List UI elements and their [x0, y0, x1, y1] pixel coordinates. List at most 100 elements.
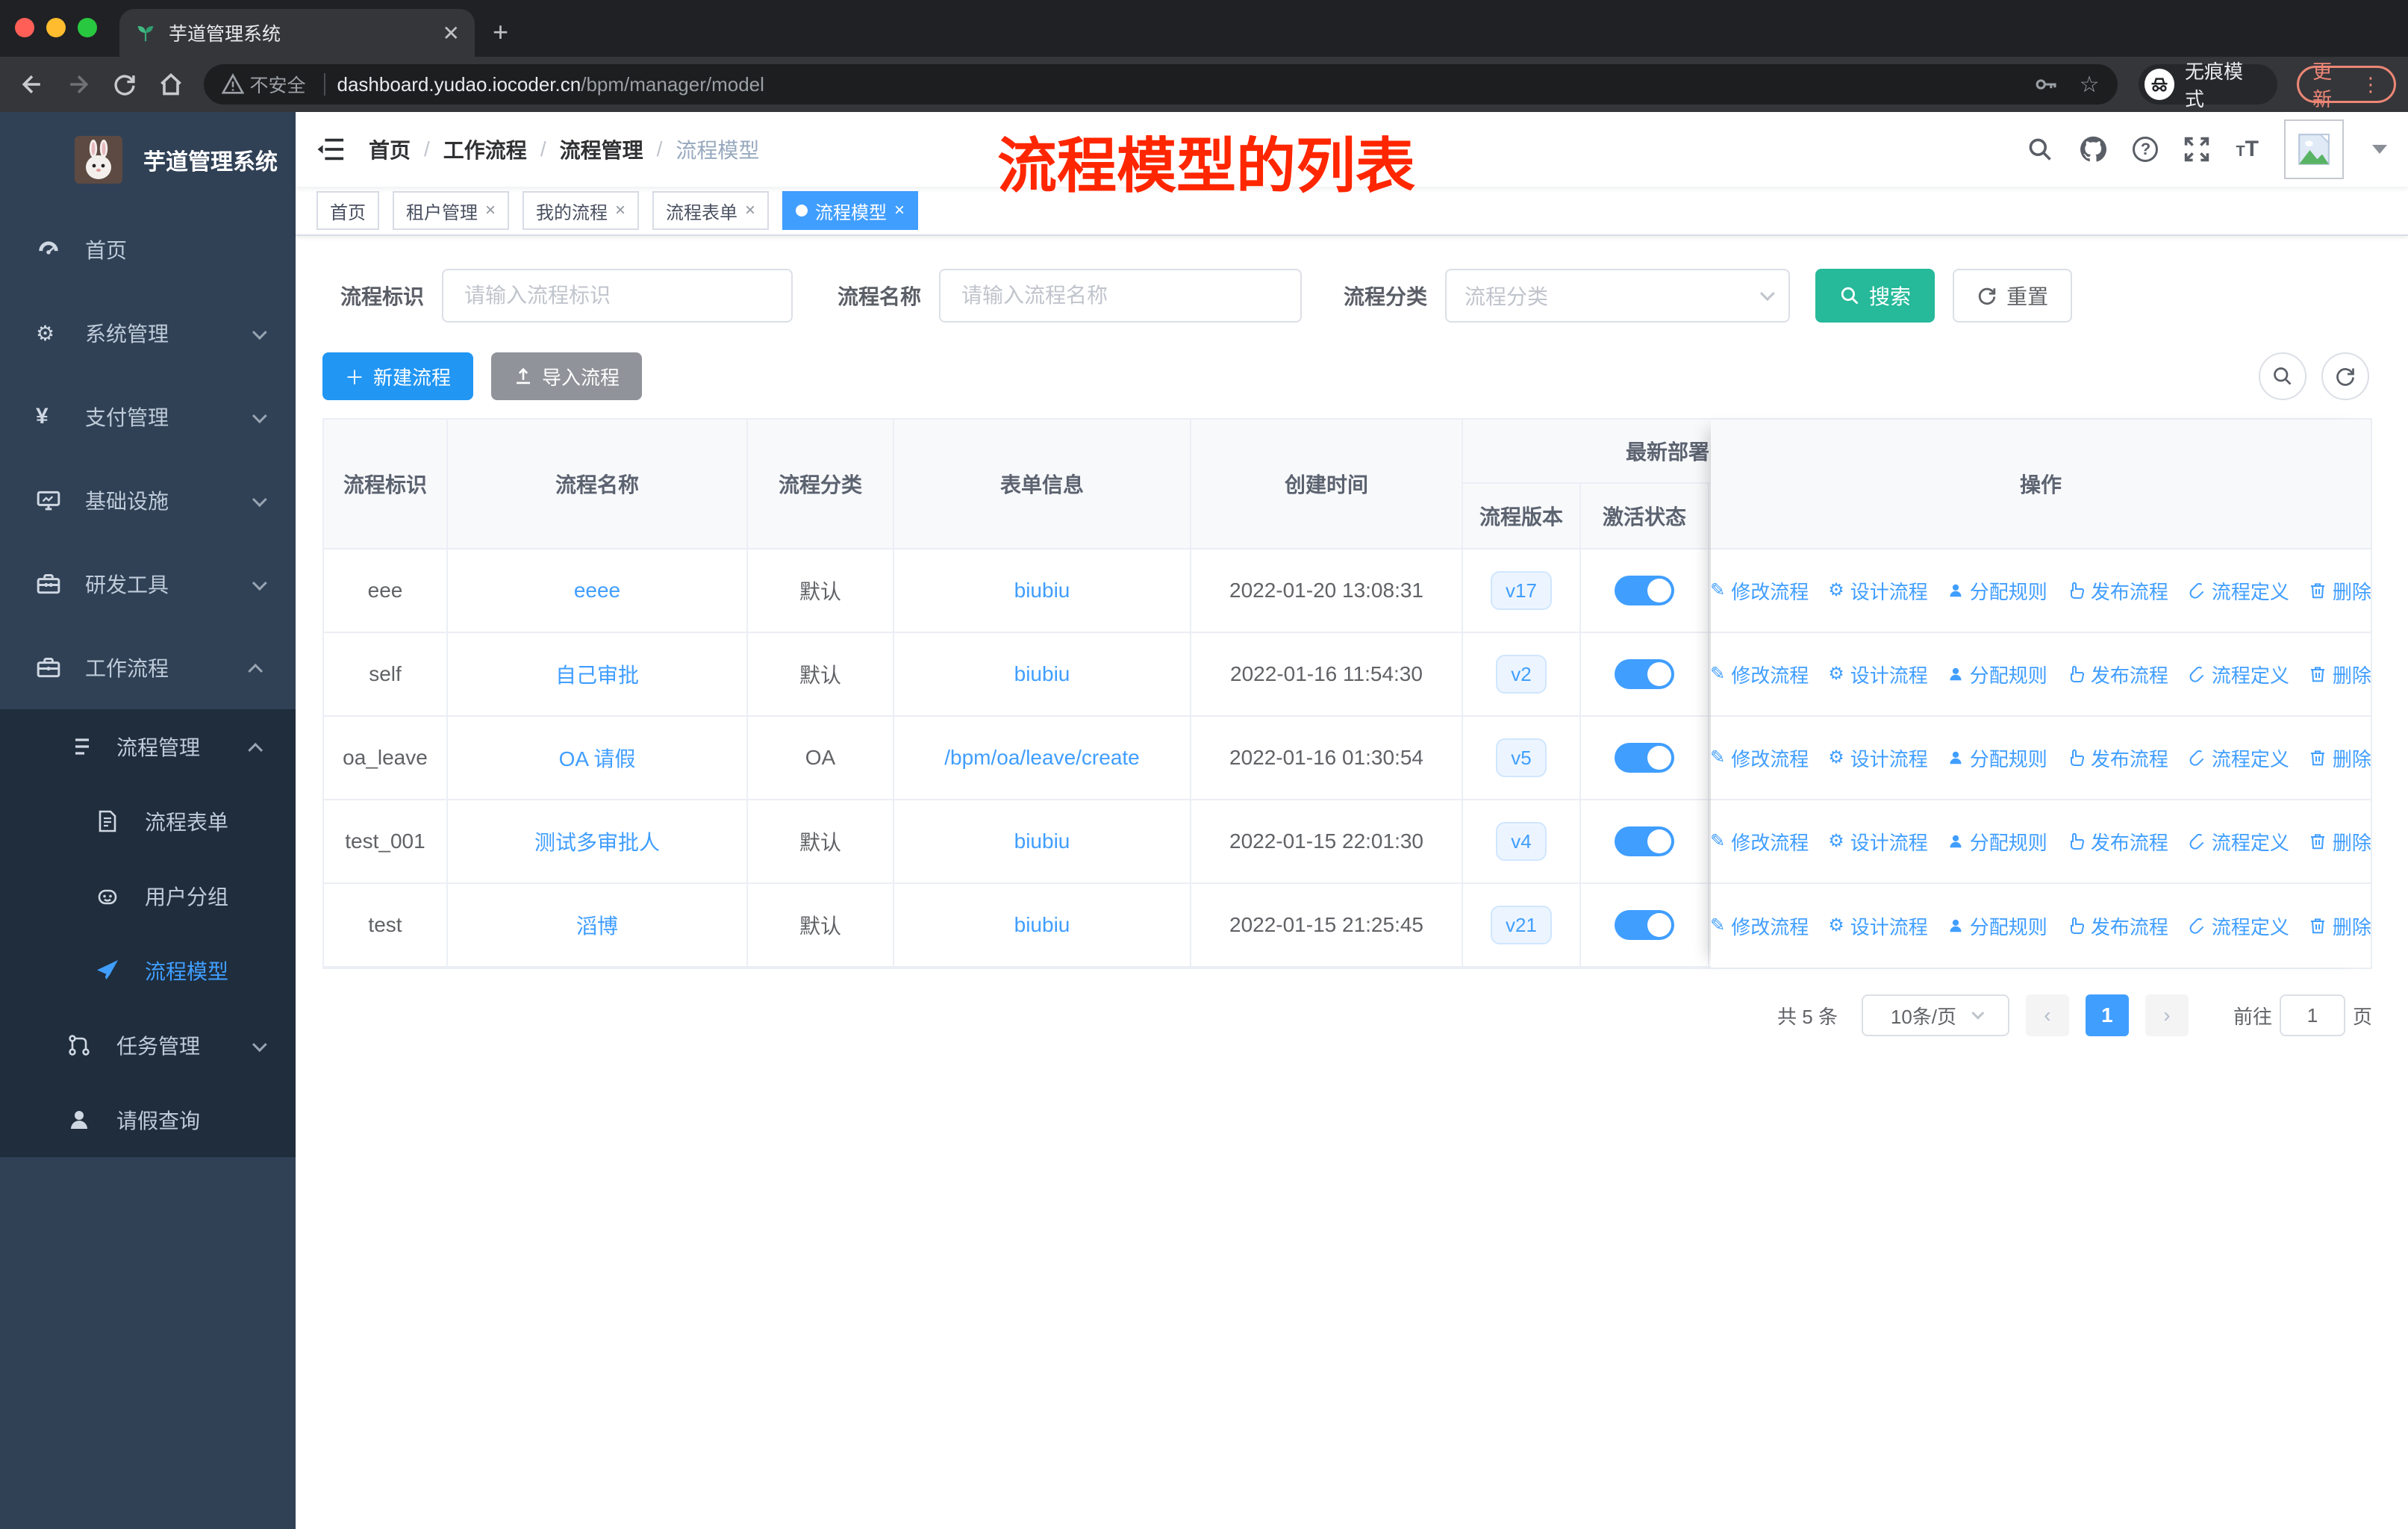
tag-process-form[interactable]: 流程表单 ×: [652, 191, 770, 230]
edit-process-link[interactable]: ✎ 修改流程: [1710, 661, 1809, 688]
assign-rule-link[interactable]: 分配规则: [1947, 828, 2047, 856]
github-icon[interactable]: [2079, 135, 2107, 164]
breadcrumb-home[interactable]: 首页: [369, 134, 411, 164]
delete-link[interactable]: 删除: [2309, 912, 2371, 940]
process-definition-link[interactable]: 流程定义: [2188, 828, 2289, 856]
back-icon[interactable]: [12, 63, 52, 105]
tab-close-icon[interactable]: ✕: [443, 21, 460, 46]
tag-home[interactable]: 首页: [316, 191, 379, 230]
publish-process-link[interactable]: 发布流程: [2067, 577, 2168, 605]
design-process-link[interactable]: ⚙ 设计流程: [1828, 577, 1928, 605]
breadcrumb-workflow[interactable]: 工作流程: [443, 134, 527, 164]
update-label[interactable]: 更新: [2312, 57, 2349, 112]
browser-update-button[interactable]: 更新 ⋮: [2297, 60, 2397, 110]
fullscreen-icon[interactable]: [2183, 136, 2210, 163]
new-tab-button[interactable]: +: [493, 16, 508, 48]
key-icon[interactable]: [2033, 72, 2059, 97]
prev-page-button[interactable]: ‹: [2025, 994, 2069, 1036]
avatar-caret-icon[interactable]: [2372, 145, 2387, 161]
process-id-input[interactable]: [442, 269, 793, 323]
browser-tab[interactable]: 芋道管理系统 ✕: [119, 9, 475, 57]
sidebar-item-system[interactable]: ⚙ 系统管理: [0, 291, 296, 375]
close-icon[interactable]: ×: [615, 200, 626, 221]
delete-link[interactable]: 删除: [2309, 577, 2371, 605]
font-size-icon[interactable]: TT: [2236, 137, 2259, 162]
window-controls[interactable]: [15, 18, 97, 37]
assign-rule-link[interactable]: 分配规则: [1947, 661, 2047, 688]
publish-process-link[interactable]: 发布流程: [2067, 744, 2168, 772]
sidebar-item-process-model[interactable]: 流程模型: [0, 933, 296, 1008]
design-process-link[interactable]: ⚙ 设计流程: [1828, 661, 1928, 688]
toggle-search-button[interactable]: [2259, 352, 2306, 400]
sidebar-item-task-management[interactable]: 任务管理: [0, 1008, 296, 1083]
edit-process-link[interactable]: ✎ 修改流程: [1710, 744, 1809, 772]
process-definition-link[interactable]: 流程定义: [2188, 912, 2289, 940]
goto-page-input[interactable]: [2279, 994, 2345, 1036]
design-process-link[interactable]: ⚙ 设计流程: [1828, 828, 1928, 856]
design-process-link[interactable]: ⚙ 设计流程: [1828, 744, 1928, 772]
browser-menu-icon[interactable]: ⋮: [2361, 73, 2380, 96]
security-label[interactable]: 不安全: [250, 71, 306, 98]
sidebar-item-home[interactable]: 首页: [0, 208, 296, 291]
reset-button[interactable]: 重置: [1953, 269, 2073, 323]
version-tag[interactable]: v21: [1491, 906, 1552, 944]
tag-process-model-active[interactable]: 流程模型 ×: [782, 191, 919, 230]
home-icon[interactable]: [151, 63, 191, 105]
maximize-window-button[interactable]: [78, 18, 97, 37]
import-process-button[interactable]: 导入流程: [491, 352, 643, 400]
hamburger-icon[interactable]: [316, 137, 345, 162]
sidebar-item-workflow[interactable]: 工作流程: [0, 626, 296, 709]
tag-tenant[interactable]: 租户管理 ×: [393, 191, 510, 230]
process-definition-link[interactable]: 流程定义: [2188, 744, 2289, 772]
process-definition-link[interactable]: 流程定义: [2188, 577, 2289, 605]
process-name-input[interactable]: [939, 269, 1303, 323]
form-link[interactable]: biubiu: [1014, 829, 1070, 853]
active-toggle[interactable]: [1615, 826, 1674, 856]
publish-process-link[interactable]: 发布流程: [2067, 912, 2168, 940]
page-size-select[interactable]: 10条/页: [1861, 994, 2009, 1036]
sidebar-item-process-form[interactable]: 流程表单: [0, 784, 296, 859]
delete-link[interactable]: 删除: [2309, 744, 2371, 772]
refresh-table-button[interactable]: [2321, 352, 2369, 400]
next-page-button[interactable]: ›: [2145, 994, 2189, 1036]
active-toggle[interactable]: [1615, 576, 1674, 605]
sidebar-item-user-group[interactable]: 用户分组: [0, 859, 296, 933]
model-name-link[interactable]: 滔博: [576, 910, 618, 940]
version-tag[interactable]: v5: [1496, 738, 1547, 777]
category-select[interactable]: 流程分类: [1445, 269, 1791, 323]
active-toggle[interactable]: [1615, 743, 1674, 773]
edit-process-link[interactable]: ✎ 修改流程: [1710, 912, 1809, 940]
search-button[interactable]: 搜索: [1815, 269, 1936, 323]
assign-rule-link[interactable]: 分配规则: [1947, 912, 2047, 940]
edit-process-link[interactable]: ✎ 修改流程: [1710, 828, 1809, 856]
delete-link[interactable]: 删除: [2309, 661, 2371, 688]
sidebar-item-payment[interactable]: ¥ 支付管理: [0, 375, 296, 458]
sidebar-item-process-management[interactable]: 流程管理: [0, 709, 296, 784]
process-definition-link[interactable]: 流程定义: [2188, 661, 2289, 688]
version-tag[interactable]: v4: [1496, 822, 1547, 861]
tag-my-process[interactable]: 我的流程 ×: [523, 191, 640, 230]
bookmark-star-icon[interactable]: ☆: [2080, 72, 2100, 98]
sidebar-item-leave-query[interactable]: 请假查询: [0, 1083, 296, 1157]
close-icon[interactable]: ×: [745, 200, 755, 221]
close-icon[interactable]: ×: [485, 200, 496, 221]
form-link[interactable]: biubiu: [1014, 662, 1070, 686]
version-tag[interactable]: v17: [1491, 571, 1552, 610]
page-number-button[interactable]: 1: [2085, 994, 2129, 1036]
active-toggle[interactable]: [1615, 659, 1674, 689]
search-icon[interactable]: [2027, 136, 2053, 163]
sidebar-item-devtools[interactable]: 研发工具: [0, 542, 296, 626]
reload-icon[interactable]: [105, 63, 145, 105]
model-name-link[interactable]: OA 请假: [559, 743, 636, 773]
close-window-button[interactable]: [15, 18, 34, 37]
avatar[interactable]: [2284, 119, 2344, 179]
model-name-link[interactable]: 测试多审批人: [534, 826, 660, 856]
active-toggle[interactable]: [1615, 910, 1674, 940]
app-logo-row[interactable]: 芋道管理系统: [0, 112, 296, 208]
model-name-link[interactable]: eeee: [574, 579, 620, 602]
form-link[interactable]: /bpm/oa/leave/create: [944, 746, 1140, 770]
form-link[interactable]: biubiu: [1014, 913, 1070, 937]
assign-rule-link[interactable]: 分配规则: [1947, 744, 2047, 772]
sidebar-item-infrastructure[interactable]: 基础设施: [0, 458, 296, 542]
help-icon[interactable]: ?: [2133, 137, 2159, 162]
